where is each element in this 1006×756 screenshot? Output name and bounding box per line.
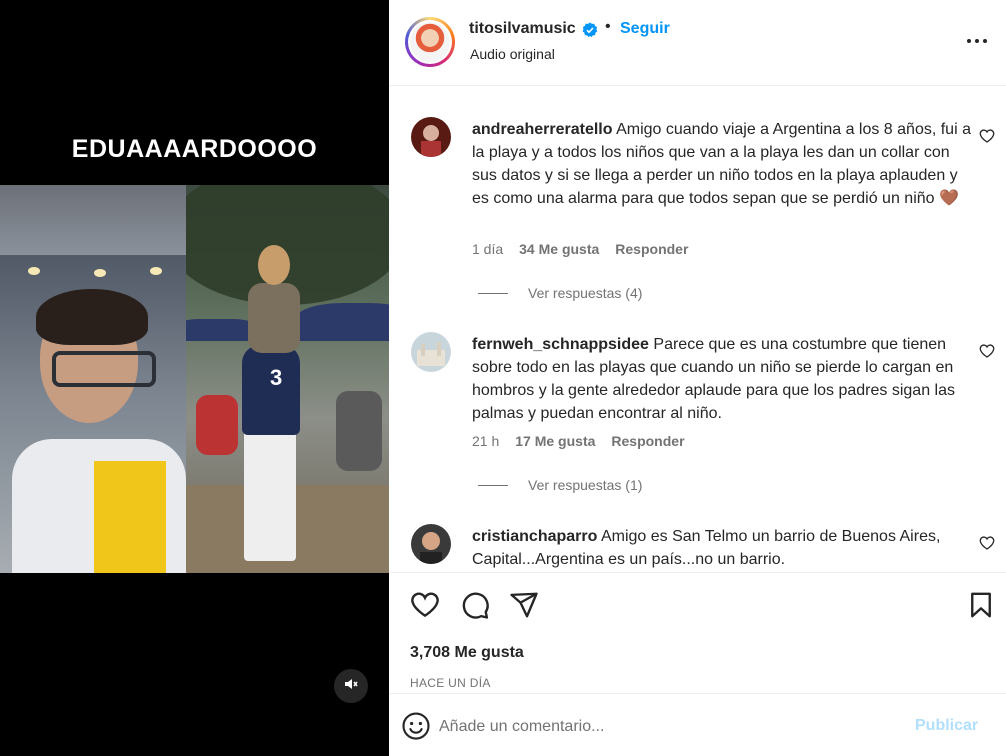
jersey-number: 3 xyxy=(270,365,283,390)
post-timestamp[interactable]: HACE UN DÍA xyxy=(410,676,491,690)
comment-username[interactable]: cristianchaparro xyxy=(472,528,597,545)
commenter-avatar[interactable] xyxy=(411,332,451,372)
comment-username[interactable]: andreaherreratello xyxy=(472,121,613,138)
video-caption: EDUAAAARDOOOO xyxy=(71,135,318,163)
view-replies-button[interactable]: Ver respuestas (4) xyxy=(478,285,642,301)
like-heart-icon[interactable] xyxy=(410,590,440,620)
video-pane-street: 3 xyxy=(186,185,389,573)
more-options-icon[interactable] xyxy=(966,30,988,52)
view-replies-label: Ver respuestas (4) xyxy=(528,285,643,301)
reel-video[interactable]: EDUAAAARDOOOO 3 xyxy=(0,0,389,756)
video-pane-selfie xyxy=(0,185,186,573)
separator-dot: • xyxy=(605,18,611,35)
comment-like-heart-icon[interactable] xyxy=(979,128,995,144)
likes-count[interactable]: 3,708 Me gusta xyxy=(410,644,524,662)
publish-button[interactable]: Publicar xyxy=(915,717,978,735)
post-header: titosilvamusic • Seguir Audio original xyxy=(389,0,1006,86)
comment-bubble-icon[interactable] xyxy=(460,590,490,620)
comment-input[interactable] xyxy=(439,712,899,742)
share-send-icon[interactable] xyxy=(509,590,539,620)
commenter-avatar[interactable] xyxy=(411,524,451,564)
comment-like-heart-icon[interactable] xyxy=(979,535,995,551)
author-username[interactable]: titosilvamusic xyxy=(469,20,576,38)
comment-likes[interactable]: 17 Me gusta xyxy=(515,433,595,449)
reply-button[interactable]: Responder xyxy=(611,433,684,449)
verified-badge-icon xyxy=(582,22,598,38)
comment-username[interactable]: fernweh_schnappsidee xyxy=(472,336,649,353)
reply-button[interactable]: Responder xyxy=(615,241,688,257)
follow-button[interactable]: Seguir xyxy=(620,20,670,38)
view-replies-label: Ver respuestas (1) xyxy=(528,477,643,493)
comment-time[interactable]: 1 día xyxy=(472,241,503,257)
speaker-muted-icon xyxy=(343,676,359,697)
post-panel: titosilvamusic • Seguir Audio original a… xyxy=(389,0,1006,756)
comment-likes[interactable]: 34 Me gusta xyxy=(519,241,599,257)
video-frame: 3 xyxy=(0,185,389,573)
comment-like-heart-icon[interactable] xyxy=(979,343,995,359)
add-comment-bar: Publicar xyxy=(389,693,1006,756)
emoji-smiley-icon[interactable] xyxy=(401,711,431,741)
mute-button[interactable] xyxy=(334,669,368,703)
comment-time[interactable]: 21 h xyxy=(472,433,499,449)
view-replies-button[interactable]: Ver respuestas (1) xyxy=(478,477,642,493)
post-actions xyxy=(389,590,1006,624)
audio-label[interactable]: Audio original xyxy=(470,46,555,62)
save-bookmark-icon[interactable] xyxy=(966,590,996,620)
author-avatar[interactable] xyxy=(405,17,455,67)
comments-list[interactable]: andreaherreratello Amigo cuando viaje a … xyxy=(389,87,1006,573)
commenter-avatar[interactable] xyxy=(411,117,451,157)
